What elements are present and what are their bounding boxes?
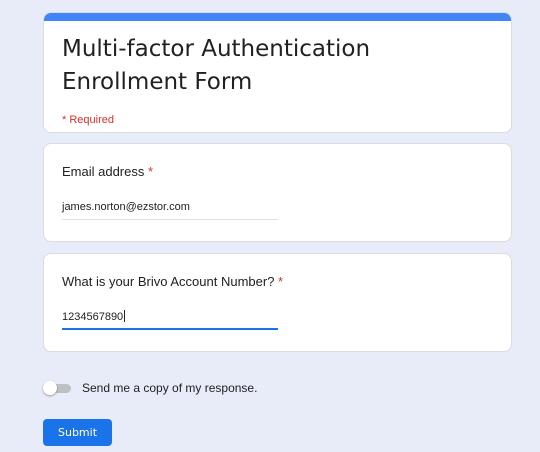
account-number-field[interactable]: 1234567890 [62,310,278,330]
email-field[interactable]: james.norton@ezstor.com [62,200,278,220]
question-card-account-number: What is your Brivo Account Number? * 123… [43,253,512,352]
toggle-thumb [43,381,57,395]
copy-response-label: Send me a copy of my response. [82,381,258,395]
question-label-text: What is your Brivo Account Number? [62,274,275,289]
form-title: Multi-factor Authentication Enrollment F… [62,36,371,95]
account-number-field-value: 1234567890 [62,311,124,323]
copy-response-toggle[interactable] [43,381,71,395]
question-card-email: Email address * james.norton@ezstor.com [43,143,512,242]
text-caret [124,310,126,322]
header-accent-strip [44,13,511,21]
form-page: Multi-factor Authentication Enrollment F… [0,0,540,452]
copy-response-row: Send me a copy of my response. [43,378,257,398]
required-asterisk: * [148,164,154,179]
question-label: Email address * [62,164,153,179]
question-label: What is your Brivo Account Number? * [62,274,283,289]
required-note: * Required [62,114,114,126]
question-label-text: Email address [62,164,145,179]
submit-button[interactable]: Submit [43,419,112,446]
email-field-value: james.norton@ezstor.com [62,201,190,213]
form-header-card: Multi-factor Authentication Enrollment F… [43,12,512,133]
required-asterisk: * [278,274,284,289]
